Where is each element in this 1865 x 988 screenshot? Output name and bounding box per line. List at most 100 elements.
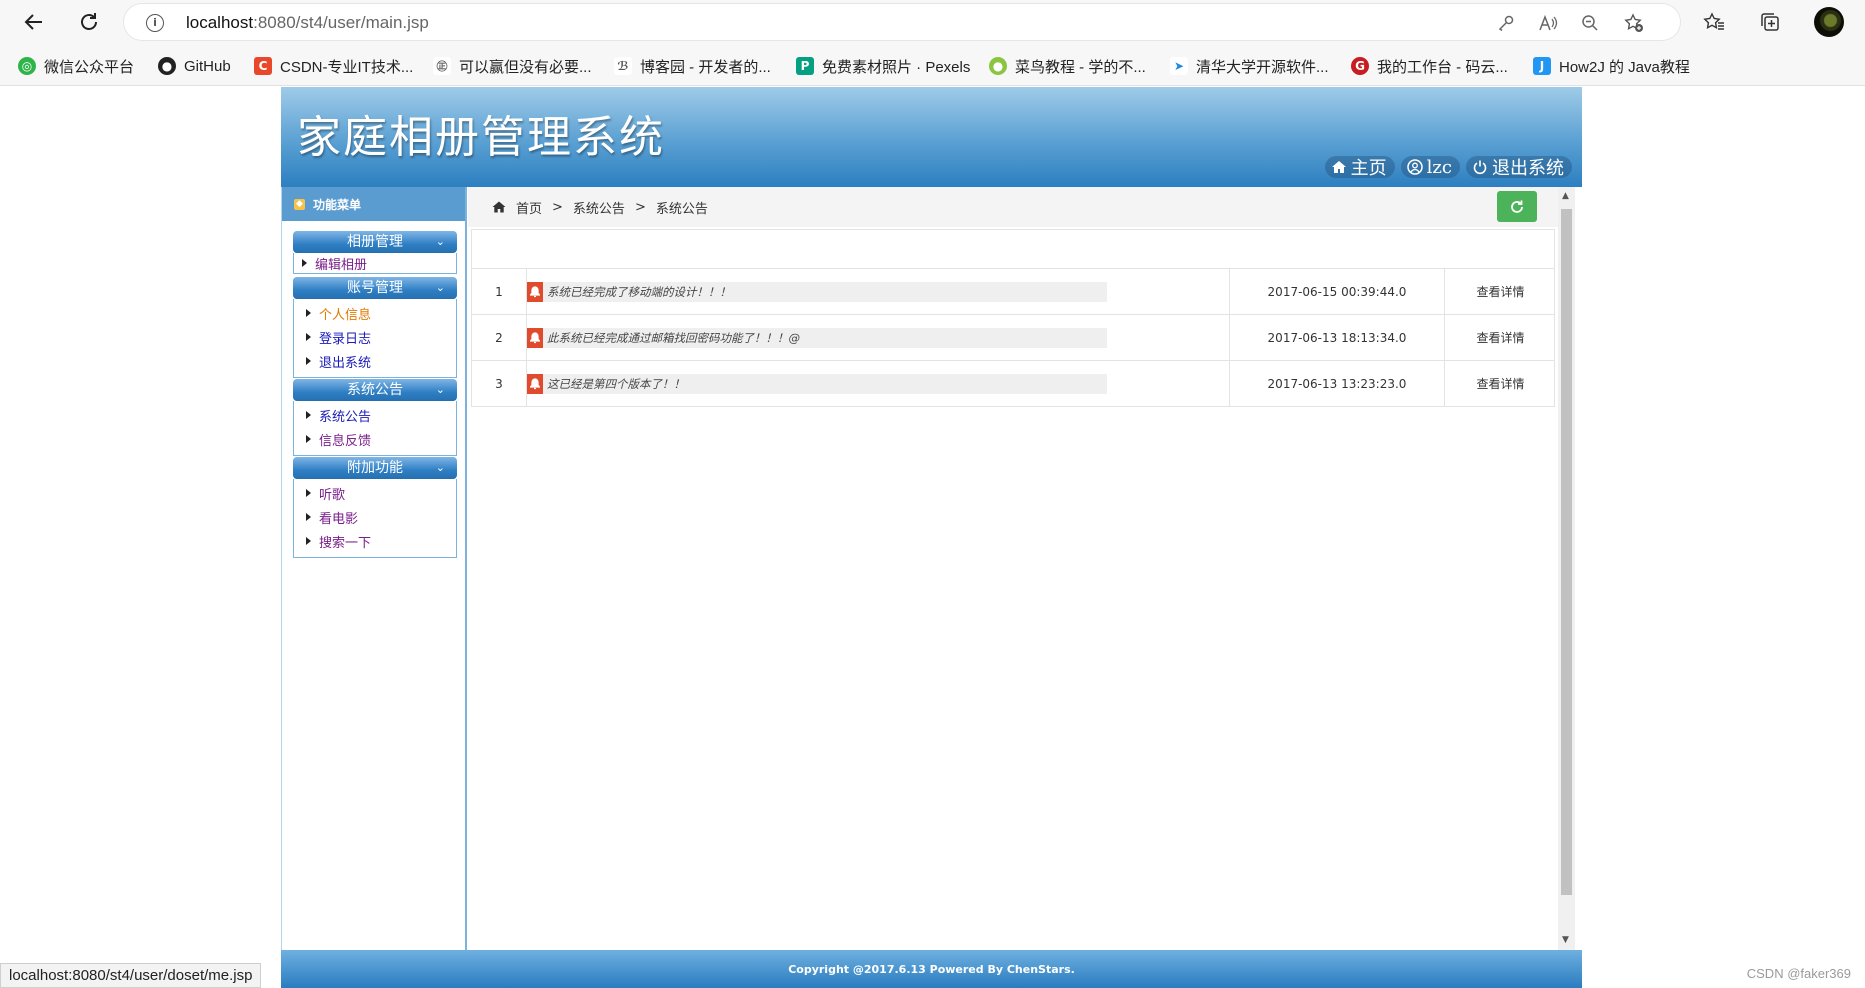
logout-link[interactable]: 退出系统: [1466, 156, 1572, 179]
bookmark-label: 我的工作台 - 码云...: [1377, 58, 1508, 76]
favorites-icon[interactable]: [1700, 8, 1728, 36]
bookmarks-bar: ◎ 微信公众平台 ● GitHub C CSDN-专业IT技术... ㊣ 可以赢…: [0, 44, 1865, 86]
scroll-up-icon[interactable]: ▲: [1562, 191, 1569, 201]
wechat-icon: ◎: [18, 57, 36, 75]
bookmark-label: GitHub: [184, 57, 231, 75]
power-icon: [1473, 160, 1487, 175]
read-aloud-icon[interactable]: [1538, 13, 1558, 33]
sidebar-item-movie[interactable]: 看电影: [294, 505, 456, 529]
menu-group-title: 相册管理: [347, 234, 403, 250]
bookmark-label: CSDN-专业IT技术...: [280, 58, 414, 76]
home-link-label: 主页: [1350, 158, 1387, 179]
vertical-scrollbar[interactable]: ▲ ▼: [1558, 187, 1575, 950]
url-text[interactable]: localhost:8080/st4/user/main.jsp: [186, 13, 429, 33]
sidebar-item-label: 系统公告: [319, 409, 372, 425]
browser-toolbar: i localhost:8080/st4/user/main.jsp: [0, 0, 1865, 44]
triangle-right-icon: [306, 357, 311, 365]
menu-group-header[interactable]: 系统公告 ⌄: [293, 379, 457, 401]
menu-group-header[interactable]: 附加功能 ⌄: [293, 457, 457, 479]
bookmark-github[interactable]: ● GitHub: [158, 55, 231, 77]
bell-icon: [527, 327, 543, 348]
cnblogs-icon: ℬ: [614, 57, 632, 75]
sidebar-title: 功能菜单: [313, 197, 362, 212]
breadcrumb-level1[interactable]: 系统公告: [573, 198, 625, 217]
triangle-right-icon: [306, 489, 311, 497]
gitee-icon: G: [1351, 57, 1369, 75]
bell-icon: [527, 281, 543, 302]
status-bar-url: localhost:8080/st4/user/doset/me.jsp: [0, 963, 262, 988]
bookmark-pexels[interactable]: P 免费素材照片 · Pexels: [796, 55, 970, 77]
site-info-icon[interactable]: i: [146, 14, 164, 32]
bookmark-gitee[interactable]: G 我的工作台 - 码云...: [1351, 55, 1508, 77]
triangle-right-icon: [306, 537, 311, 545]
url-path: :8080/st4/user/main.jsp: [253, 13, 429, 32]
scrollbar-thumb[interactable]: [1561, 209, 1572, 895]
key-icon[interactable]: [1496, 13, 1516, 33]
scroll-down-icon[interactable]: ▼: [1562, 935, 1569, 945]
user-link[interactable]: lzc: [1400, 156, 1460, 178]
sidebar-item-notice[interactable]: 系统公告: [294, 403, 456, 427]
view-details-link[interactable]: 查看详情: [1444, 315, 1556, 360]
reload-icon[interactable]: [73, 6, 105, 38]
notice-cell: 此系统已经完成通过邮箱找回密码功能了！！！@: [526, 315, 1107, 360]
sidebar-item-label: 编辑相册: [315, 257, 368, 273]
home-link[interactable]: 主页: [1324, 156, 1395, 179]
csdn-icon: C: [254, 57, 272, 75]
site-icon: ㊣: [433, 57, 451, 75]
triangle-right-icon: [306, 513, 311, 521]
bookmark-tsinghua[interactable]: ➤ 清华大学开源软件...: [1170, 55, 1329, 77]
bookmark-label: 博客园 - 开发者的...: [640, 58, 771, 76]
sidebar-item-label: 看电影: [319, 511, 359, 527]
sidebar-item-search[interactable]: 搜索一下: [294, 529, 456, 553]
sidebar-item-login-log[interactable]: 登录日志: [294, 325, 456, 349]
sidebar-item-label: 个人信息: [319, 307, 372, 323]
bookmark-label: 清华大学开源软件...: [1196, 58, 1329, 76]
bookmark-how2j[interactable]: J How2J 的 Java教程: [1533, 55, 1690, 77]
view-details-link[interactable]: 查看详情: [1444, 361, 1556, 406]
menu-group-album: 相册管理 ⌄ 编辑相册: [293, 231, 457, 274]
row-number: 2: [495, 330, 503, 345]
bookmark-runoob[interactable]: ● 菜鸟教程 - 学的不...: [989, 55, 1146, 77]
sidebar-item-feedback[interactable]: 信息反馈: [294, 427, 456, 451]
site-title: 家庭相册管理系统: [297, 112, 665, 163]
sidebar-item-edit-album[interactable]: 编辑相册: [294, 253, 456, 273]
breadcrumb-separator: >: [552, 199, 563, 215]
profile-avatar[interactable]: [1814, 7, 1844, 37]
table-row: 1 系统已经完成了移动端的设计！！！ 2017-06-15 00:39:44.0…: [471, 269, 1555, 315]
bookmark-csdn[interactable]: C CSDN-专业IT技术...: [254, 55, 413, 77]
menu-group-title: 账号管理: [347, 280, 403, 296]
notice-text-bar: 这已经是第四个版本了！！: [527, 373, 1107, 394]
sidebar: ◆ 功能菜单 相册管理 ⌄ 编辑相册 账号管理 ⌄ 个人信息 登录日志 退出系统 系…: [281, 187, 467, 950]
refresh-button[interactable]: [1497, 191, 1537, 222]
sidebar-item-label: 搜索一下: [319, 535, 372, 551]
row-number: 1: [495, 284, 503, 299]
menu-group-body: 听歌 看电影 搜索一下: [293, 479, 457, 558]
bookmark-site[interactable]: ㊣ 可以赢但没有必要...: [433, 55, 592, 77]
menu-group-extra: 附加功能 ⌄ 听歌 看电影 搜索一下: [293, 457, 457, 558]
site-footer: Copyright @2017.6.13 Powered By ChenStar…: [281, 950, 1582, 988]
menu-group-body: 编辑相册: [293, 253, 457, 274]
bookmark-wechat[interactable]: ◎ 微信公众平台: [18, 55, 134, 77]
sidebar-item-profile[interactable]: 个人信息: [294, 301, 456, 325]
menu-group-title: 附加功能: [347, 460, 403, 476]
logout-link-label: 退出系统: [1492, 158, 1564, 179]
sidebar-item-music[interactable]: 听歌: [294, 481, 456, 505]
back-icon[interactable]: [18, 6, 50, 38]
zoom-out-icon[interactable]: [1580, 13, 1600, 33]
bookmark-cnblogs[interactable]: ℬ 博客园 - 开发者的...: [614, 55, 771, 77]
menu-group-header[interactable]: 账号管理 ⌄: [293, 277, 457, 299]
add-favorite-icon[interactable]: [1624, 13, 1644, 33]
chevron-double-down-icon: ⌄: [435, 235, 445, 248]
notice-cell: 这已经是第四个版本了！！: [526, 361, 1107, 406]
view-details-link[interactable]: 查看详情: [1444, 269, 1556, 314]
bookmark-label: 微信公众平台: [44, 58, 135, 76]
breadcrumb-home[interactable]: 首页: [516, 198, 542, 217]
menu-group-header[interactable]: 相册管理 ⌄: [293, 231, 457, 253]
notice-text: 此系统已经完成通过邮箱找回密码功能了！！！@: [547, 330, 800, 345]
triangle-right-icon: [306, 309, 311, 317]
sidebar-item-label: 登录日志: [319, 331, 372, 347]
address-bar[interactable]: i localhost:8080/st4/user/main.jsp: [124, 4, 1680, 40]
sidebar-item-logout[interactable]: 退出系统: [294, 349, 456, 373]
collections-icon[interactable]: [1756, 8, 1784, 36]
notice-time: 2017-06-15 00:39:44.0: [1229, 269, 1444, 314]
